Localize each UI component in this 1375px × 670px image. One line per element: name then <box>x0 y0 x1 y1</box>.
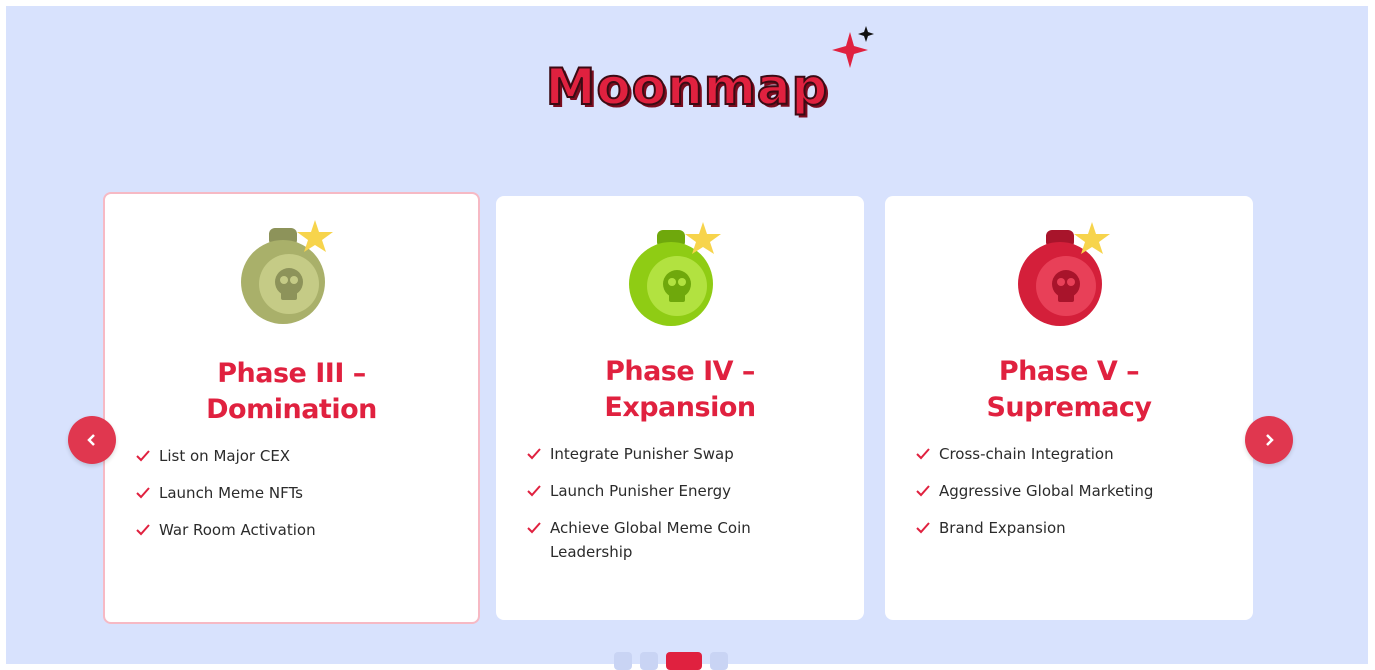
phase-title: Phase III – Domination <box>105 356 478 428</box>
phase-title-line2: Expansion <box>604 392 756 423</box>
phase-title-line2: Domination <box>206 394 377 425</box>
list-item: Launch Punisher Energy <box>526 479 846 503</box>
check-icon <box>136 524 150 536</box>
bomb-skull-icon <box>240 220 333 324</box>
check-icon <box>527 448 541 460</box>
list-item: Cross-chain Integration <box>915 442 1153 466</box>
pagination-dot[interactable] <box>710 652 728 670</box>
phase-list: Cross-chain Integration Aggressive Globa… <box>915 442 1153 553</box>
list-item-text: Achieve Global Meme Coin Leadership <box>550 519 751 561</box>
sparkle-icon <box>832 26 874 68</box>
roadmap-section: Moonmap Phase III – Domination List on M… <box>6 6 1368 664</box>
title-wrap: Moonmap <box>6 57 1368 117</box>
check-icon <box>136 487 150 499</box>
list-item: Launch Meme NFTs <box>135 481 316 505</box>
list-item: List on Major CEX <box>135 444 316 468</box>
phase-title: Phase IV – Expansion <box>496 354 864 426</box>
section-title: Moonmap <box>545 57 829 117</box>
pagination-dot[interactable] <box>640 652 658 670</box>
list-item: Achieve Global Meme Coin Leadership <box>526 516 780 564</box>
phase-card-4: Phase IV – Expansion Integrate Punisher … <box>496 196 864 620</box>
bomb-skull-icon <box>629 222 721 326</box>
check-icon <box>136 450 150 462</box>
phase-title-line1: Phase III – <box>217 358 366 389</box>
check-icon <box>916 485 930 497</box>
chevron-left-icon <box>87 434 95 446</box>
list-item-text: War Room Activation <box>159 521 316 539</box>
list-item: War Room Activation <box>135 518 316 542</box>
phase-title-line1: Phase V – <box>998 356 1140 387</box>
list-item-text: Brand Expansion <box>939 519 1066 537</box>
pagination-dot[interactable] <box>614 652 632 670</box>
bomb-skull-icon <box>1018 222 1110 326</box>
list-item: Integrate Punisher Swap <box>526 442 846 466</box>
list-item-text: Integrate Punisher Swap <box>550 445 734 463</box>
list-item-text: Launch Punisher Energy <box>550 482 732 500</box>
phase-card-5: Phase V – Supremacy Cross-chain Integrat… <box>885 196 1253 620</box>
prev-button[interactable] <box>68 416 116 464</box>
pagination-dot-active[interactable] <box>666 652 702 670</box>
list-item-text: Aggressive Global Marketing <box>939 482 1154 500</box>
phase-title-line2: Supremacy <box>986 392 1152 423</box>
list-item: Brand Expansion <box>915 516 1153 540</box>
phase-list: List on Major CEX Launch Meme NFTs War R… <box>135 444 316 555</box>
check-icon <box>527 522 541 534</box>
check-icon <box>916 522 930 534</box>
carousel-pagination <box>614 652 728 670</box>
next-button[interactable] <box>1245 416 1293 464</box>
phase-title: Phase V – Supremacy <box>885 354 1253 426</box>
check-icon <box>916 448 930 460</box>
chevron-right-icon <box>1266 434 1274 446</box>
phase-list: Integrate Punisher Swap Launch Punisher … <box>526 442 846 577</box>
check-icon <box>527 485 541 497</box>
phase-title-line1: Phase IV – <box>605 356 755 387</box>
list-item-text: List on Major CEX <box>159 447 291 465</box>
list-item-text: Launch Meme NFTs <box>159 484 303 502</box>
list-item: Aggressive Global Marketing <box>915 479 1153 503</box>
phase-card-3: Phase III – Domination List on Major CEX… <box>103 192 480 624</box>
list-item-text: Cross-chain Integration <box>939 445 1114 463</box>
